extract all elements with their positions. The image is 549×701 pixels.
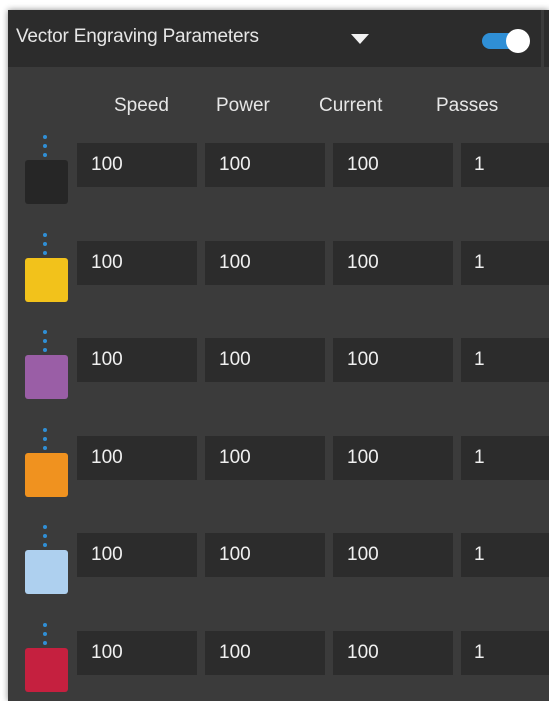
color-row: 100 100 100 1 — [8, 422, 549, 519]
enable-toggle[interactable] — [480, 29, 530, 53]
handle-dot — [43, 135, 47, 139]
handle-dot — [43, 622, 47, 627]
handle-dot — [43, 339, 47, 343]
current-field[interactable]: 100 — [333, 630, 453, 675]
passes-field[interactable]: 1 — [461, 143, 549, 187]
power-field[interactable]: 100 — [205, 630, 325, 675]
color-swatch[interactable] — [25, 452, 68, 497]
handle-dot — [43, 436, 47, 441]
color-row: 100 100 100 1 — [8, 227, 549, 324]
passes-field[interactable]: 1 — [461, 630, 549, 675]
handle-dot — [43, 348, 47, 352]
power-field[interactable]: 100 — [205, 338, 325, 382]
color-row: 100 100 100 1 — [8, 519, 549, 616]
color-swatch[interactable] — [25, 355, 68, 399]
handle-dot — [43, 250, 47, 255]
drag-handle-icon[interactable] — [41, 324, 49, 354]
passes-field[interactable]: 1 — [461, 240, 549, 285]
power-field[interactable]: 100 — [205, 240, 325, 285]
handle-dot — [43, 144, 47, 148]
handle-dot — [43, 427, 47, 432]
drag-handle-icon[interactable] — [41, 519, 49, 549]
drag-handle-icon[interactable] — [41, 617, 49, 647]
handle-dot — [43, 640, 47, 645]
current-field[interactable]: 100 — [333, 240, 453, 285]
column-header-passes: Passes — [436, 95, 499, 116]
drag-handle-icon[interactable] — [41, 422, 49, 452]
speed-field[interactable]: 100 — [77, 435, 197, 480]
drag-handle-icon[interactable] — [41, 227, 49, 257]
color-swatch[interactable] — [25, 647, 68, 692]
handle-dot — [43, 631, 47, 636]
current-field[interactable]: 100 — [333, 143, 453, 187]
color-swatch[interactable] — [25, 257, 68, 302]
handle-dot — [43, 525, 47, 529]
color-row: 100 100 100 1 — [8, 129, 549, 226]
handle-dot — [43, 445, 47, 450]
caret-down-icon[interactable] — [351, 34, 369, 44]
current-field[interactable]: 100 — [333, 338, 453, 382]
handle-dot — [43, 543, 47, 547]
speed-field[interactable]: 100 — [77, 533, 197, 577]
speed-field[interactable]: 100 — [77, 143, 197, 187]
speed-field[interactable]: 100 — [77, 240, 197, 285]
toggle-knob — [506, 29, 530, 53]
handle-dot — [43, 534, 47, 538]
current-field[interactable]: 100 — [333, 533, 453, 577]
power-field[interactable]: 100 — [205, 435, 325, 480]
color-swatch[interactable] — [25, 550, 68, 594]
speed-field[interactable]: 100 — [77, 338, 197, 382]
handle-dot — [43, 153, 47, 157]
handle-dot — [43, 241, 47, 246]
handle-dot — [43, 330, 47, 334]
passes-field[interactable]: 1 — [461, 338, 549, 382]
passes-field[interactable]: 1 — [461, 435, 549, 480]
color-row: 100 100 100 1 — [8, 324, 549, 421]
panel-header: Vector Engraving Parameters — [8, 10, 541, 67]
current-field[interactable]: 100 — [333, 435, 453, 480]
handle-dot — [43, 232, 47, 237]
vector-engraving-panel: Vector Engraving Parameters Speed Power … — [8, 10, 549, 701]
passes-field[interactable]: 1 — [461, 533, 549, 577]
drag-handle-icon[interactable] — [41, 129, 49, 159]
column-header-speed: Speed — [114, 95, 169, 116]
power-field[interactable]: 100 — [205, 533, 325, 577]
panel-title: Vector Engraving Parameters — [16, 26, 259, 47]
color-row: 100 100 100 1 — [8, 617, 549, 701]
column-header-power: Power — [216, 95, 270, 116]
speed-field[interactable]: 100 — [77, 630, 197, 675]
color-swatch[interactable] — [25, 160, 68, 204]
header-edge — [544, 10, 549, 67]
column-header-current: Current — [319, 95, 383, 116]
power-field[interactable]: 100 — [205, 143, 325, 187]
